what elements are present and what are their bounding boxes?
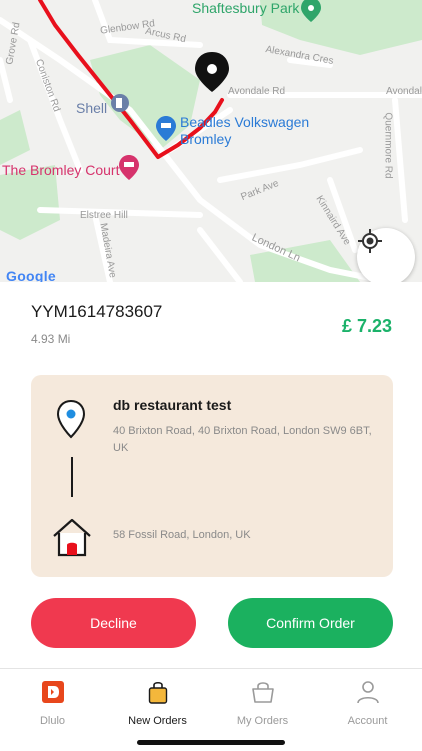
route-connector-line: [71, 457, 73, 497]
pickup-restaurant-name: db restaurant test: [113, 397, 232, 413]
map-label-avondale: Avondale: [386, 86, 422, 97]
map-label-shell: Shell: [76, 100, 108, 116]
map-label-avondale-rd: Avondale Rd: [228, 86, 286, 97]
tab-label-new-orders: New Orders: [128, 715, 187, 727]
tab-dlulo[interactable]: Dlulo: [0, 679, 105, 727]
tab-account[interactable]: Account: [315, 679, 420, 727]
pickup-address: 40 Brixton Road, 40 Brixton Road, London…: [113, 425, 372, 454]
decline-button[interactable]: Decline: [31, 598, 196, 648]
tab-my-orders[interactable]: My Orders: [210, 679, 315, 727]
tab-new-orders[interactable]: New Orders: [105, 679, 210, 727]
bottom-tab-bar: Dlulo New Orders My Orders Account: [0, 668, 422, 751]
basket-icon: [251, 682, 274, 703]
google-logo: Google: [6, 268, 57, 282]
confirm-order-button[interactable]: Confirm Order: [228, 598, 393, 648]
map-label-bromley-court: The Bromley Court: [2, 162, 120, 178]
map-label-quernmore-rd: Quernmore Rd: [382, 112, 394, 179]
hotel-icon: [119, 155, 139, 180]
my-location-button[interactable]: [357, 228, 415, 282]
tab-label-dlulo: Dlulo: [39, 715, 66, 727]
user-icon: [356, 681, 379, 704]
map-label-beadles-line2: Bromley: [180, 131, 232, 147]
order-distance: 4.93 Mi: [31, 332, 71, 346]
route-map[interactable]: Shaftesbury Park Glenbow Rd Arcus Rd Ale…: [0, 0, 422, 282]
dropoff-address: 58 Fossil Road, London, UK: [113, 529, 251, 541]
home-indicator: [137, 740, 285, 745]
order-price: £ 7.23: [341, 316, 392, 336]
map-label-elstree-hill: Elstree Hill: [80, 210, 128, 221]
home-icon: [53, 518, 91, 557]
tab-label-my-orders: My Orders: [236, 715, 289, 727]
location-pin-icon: [195, 52, 229, 92]
shopping-bag-icon: [148, 681, 167, 704]
route-details-card: db restaurant test 40 Brixton Road, 40 B…: [31, 375, 393, 577]
pickup-pin-icon: [56, 399, 86, 439]
fuel-station-icon: [111, 94, 129, 112]
tab-label-account: Account: [347, 715, 388, 727]
my-location-icon: [358, 229, 382, 253]
map-label-beadles-line1: Beadles Volkswagen: [180, 114, 310, 130]
dlulo-logo-icon: [41, 681, 64, 703]
order-id: YYM1614783607: [31, 302, 163, 321]
map-label-shaftesbury-park: Shaftesbury Park: [192, 0, 300, 16]
